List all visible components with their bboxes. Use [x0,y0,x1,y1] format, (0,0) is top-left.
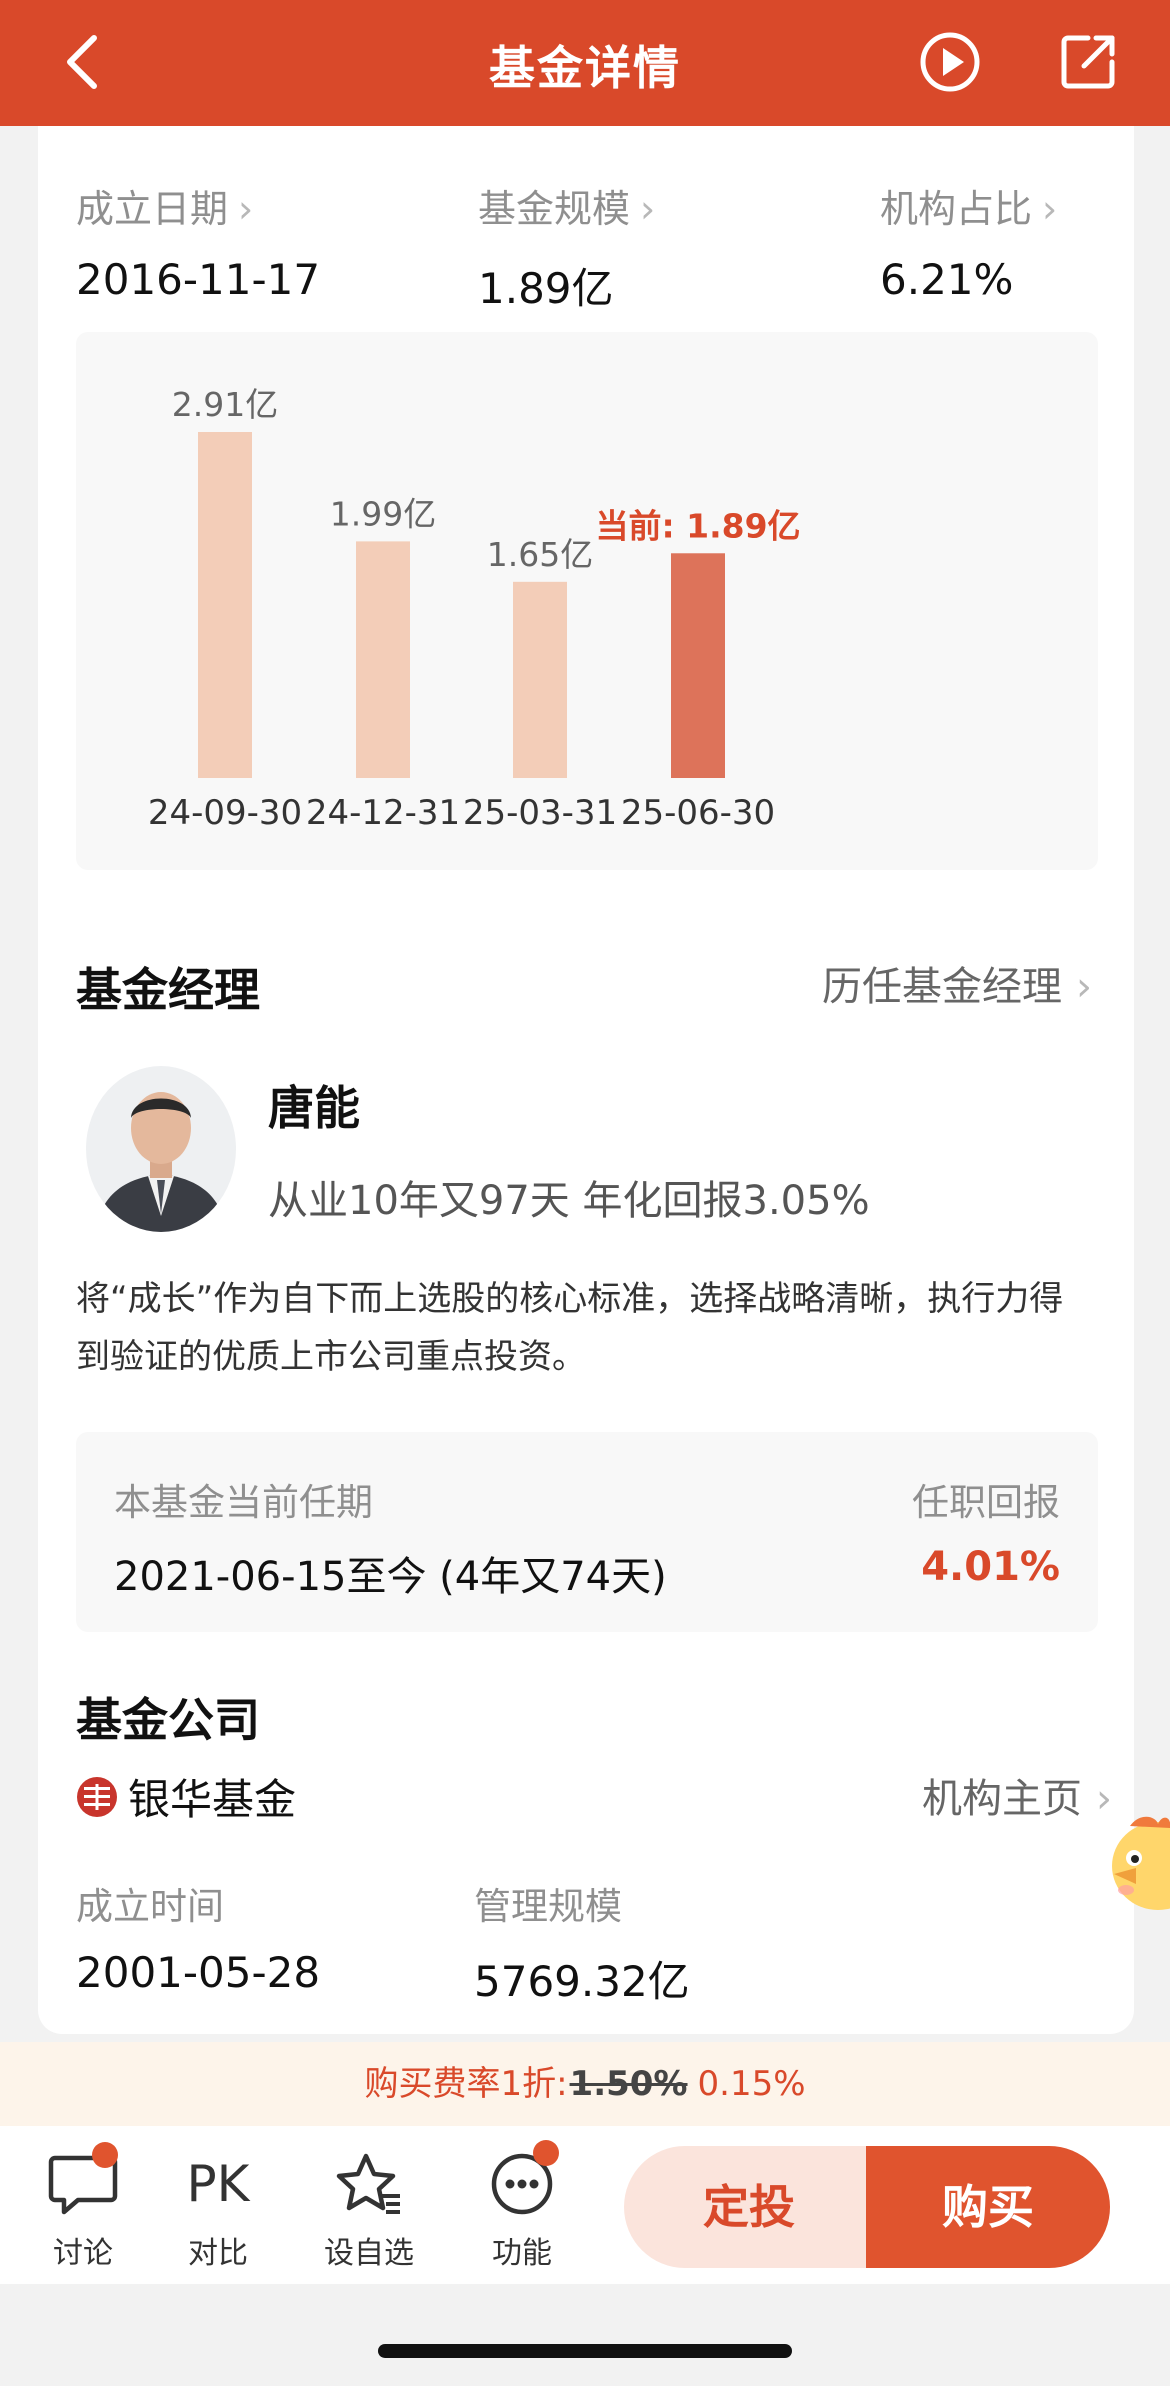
founded-value: 2001-05-28 [76,1948,321,1997]
stat-label: 机构占比 [880,187,1033,231]
company-home-link[interactable]: 机构主页 › [922,1766,1112,1824]
company-name[interactable]: 银华基金 [128,1766,296,1827]
chart-tick-label: 25-03-31 [463,793,617,833]
avatar[interactable] [86,1066,236,1232]
fund-size-chart: 2.91亿 24-09-30 1.99亿 24-12-31 1.65亿 25-03-31 当… [76,332,1098,870]
chevron-right-icon: › [238,187,254,231]
home-indicator[interactable] [378,2344,792,2358]
bottom-toolbar: 讨论 PK 对比 设自选 功能 定投 购买 [0,2126,1170,2284]
founded-label: 成立时间 [76,1885,224,1928]
stat-label: 成立日期 [76,187,229,231]
chart-bar [513,581,567,778]
star-list-icon [314,2146,424,2222]
tenure-panel: 本基金当前任期 任职回报 2021-06-15至今 (4年又74天) 4.01% [76,1432,1098,1632]
chart-data-label: 1.65亿 [487,535,593,574]
sip-button[interactable]: 定投 [624,2146,874,2268]
company-logo-icon [76,1776,118,1818]
stat-founded-date[interactable]: 成立日期 › 2016-11-17 [76,178,320,304]
tenure-label: 本基金当前任期 [114,1481,373,1524]
return-value: 4.01% [921,1544,1060,1590]
stat-institution-ratio[interactable]: 机构占比 › 6.21% [880,178,1057,304]
manager-description: 将“成长”作为自下而上选股的核心标准，选择战略清晰，执行力得到验证的优质上市公司… [76,1279,1064,1377]
return-label: 任职回报 [912,1481,1060,1524]
chart-tick-label: 24-09-30 [148,793,302,833]
functions-button[interactable]: 功能 [467,2140,577,2272]
more-icon [467,2140,577,2222]
fee-original: 1.50% [569,2064,688,2104]
fee-prefix: 购买费率1折: [364,2064,568,2104]
link-label: 历任基金经理 [822,964,1062,1010]
share-icon[interactable] [1058,30,1120,92]
company-section-title: 基金公司 [76,1693,260,1747]
chart-canvas: 2.91亿 24-09-30 1.99亿 24-12-31 1.65亿 25-03-31 当… [148,385,801,833]
tool-label: 功能 [492,2236,552,2271]
chart-tick-label: 24-12-31 [306,793,460,833]
play-icon[interactable] [918,30,982,94]
chevron-right-icon: › [1076,964,1092,1010]
stat-value: 6.21% [880,255,1014,304]
manager-section-title: 基金经理 [76,963,260,1017]
aum-label: 管理规模 [474,1885,622,1928]
chat-icon [28,2142,138,2222]
pk-icon: PK [186,2155,250,2213]
stat-label: 基金规模 [478,187,631,231]
tool-label: 对比 [188,2236,248,2271]
aum-value: 5769.32亿 [474,1957,690,2006]
notification-dot [533,2140,559,2166]
chart-tick-label: 25-06-30 [621,793,775,833]
page-title: 基金详情 [489,41,681,95]
notification-dot [92,2142,118,2168]
fee-discounted: 0.15% [697,2064,806,2104]
stat-value: 1.89亿 [478,264,614,313]
chart-bar [198,432,252,778]
stat-value: 2016-11-17 [76,255,321,304]
tool-label: 讨论 [53,2236,113,2271]
tool-label: 设自选 [324,2236,414,2271]
chevron-right-icon: › [1042,187,1058,231]
fee-banner: 购买费率1折:1.50% 0.15% [0,2042,1170,2126]
chart-bar [671,553,725,778]
app-header: 基金详情 [0,0,1170,126]
stat-fund-size[interactable]: 基金规模 › 1.89亿 [478,178,655,316]
manager-summary: 从业10年又97天 年化回报3.05% [268,1178,870,1224]
manager-name: 唐能 [268,1081,360,1135]
chevron-right-icon: › [640,187,656,231]
chart-data-label: 1.99亿 [330,494,436,533]
mascot-float-icon[interactable] [1100,1808,1170,1924]
discuss-button[interactable]: 讨论 [28,2142,138,2272]
buy-button[interactable]: 购买 [866,2146,1110,2268]
link-label: 机构主页 [922,1776,1082,1822]
chart-data-label: 2.91亿 [172,385,278,424]
tenure-value: 2021-06-15至今 (4年又74天) [114,1554,667,1600]
chart-bar [356,541,410,778]
chart-data-label: 当前: 1.89亿 [595,506,800,545]
manager-history-link[interactable]: 历任基金经理 › [822,954,1092,1012]
add-watchlist-button[interactable]: 设自选 [314,2146,424,2272]
compare-button[interactable]: PK 对比 [163,2146,273,2272]
